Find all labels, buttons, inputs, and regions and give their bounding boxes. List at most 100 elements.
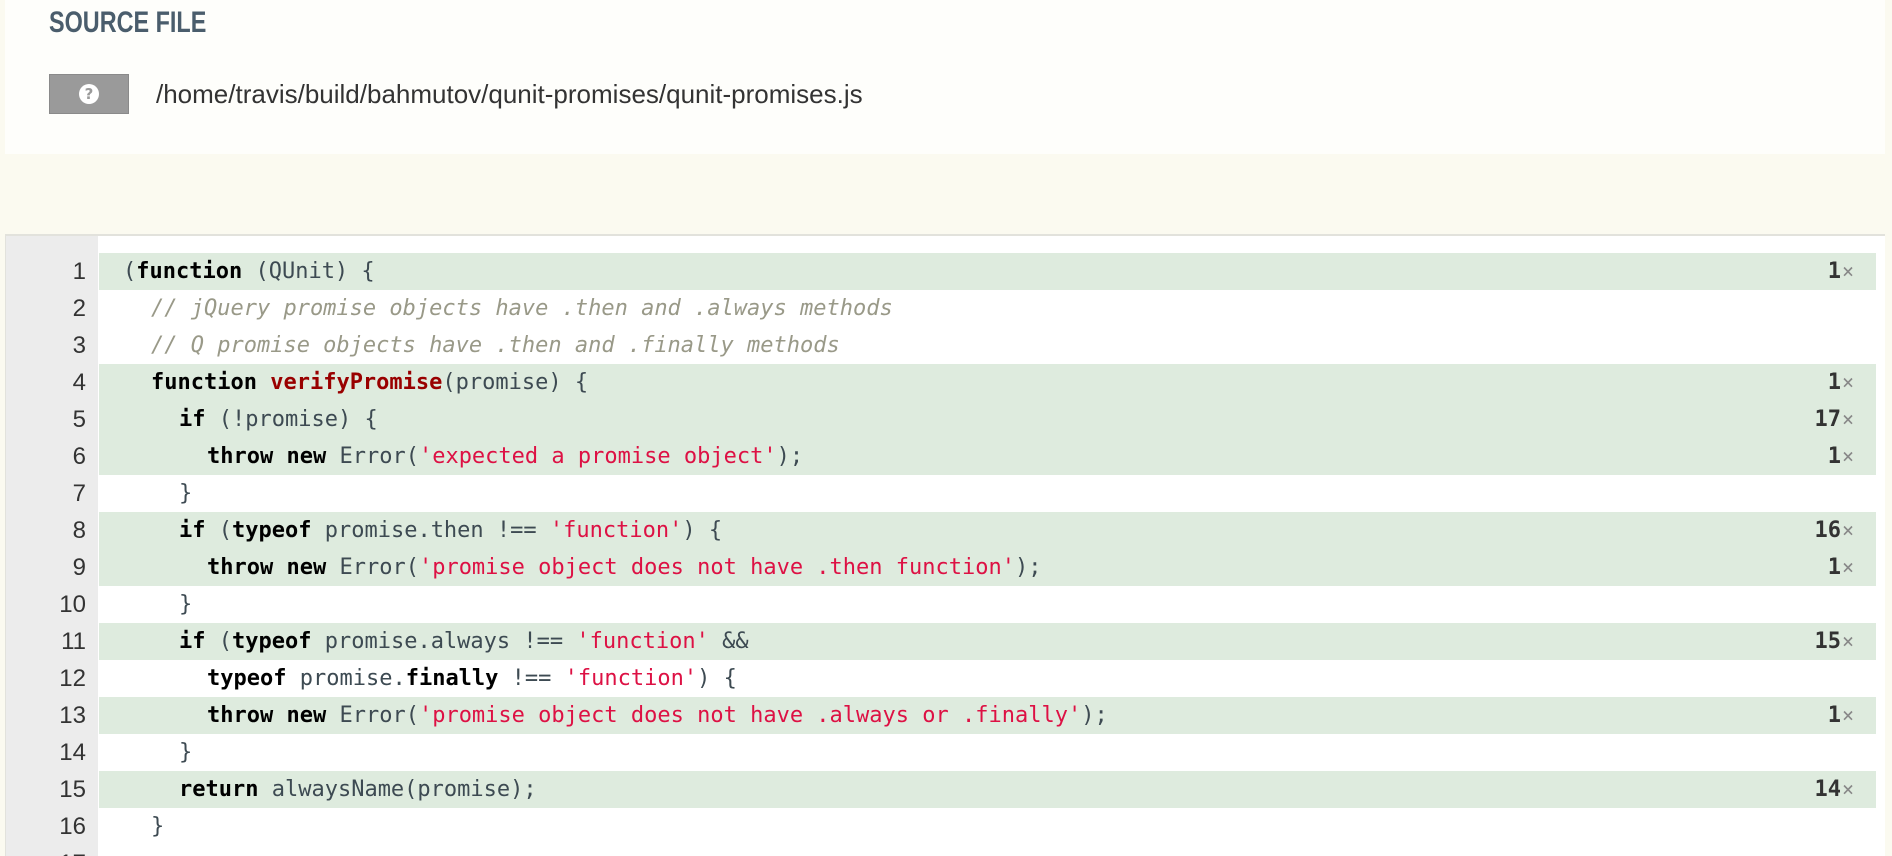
code-token: ); <box>1014 555 1042 580</box>
hit-count: 1× <box>1828 549 1854 586</box>
times-icon: × <box>1841 259 1854 283</box>
code-token: ) { <box>682 518 723 543</box>
code-text: // jQuery promise objects have .then and… <box>99 290 1876 327</box>
code-line: 16} <box>6 808 1876 845</box>
code-token: throw <box>207 555 274 580</box>
code-token: (promise) { <box>442 370 589 395</box>
times-icon: × <box>1841 703 1854 727</box>
hit-count: 1× <box>1828 697 1854 734</box>
code-line: 10} <box>6 586 1876 623</box>
code-text: (function (QUnit) { <box>99 253 1876 290</box>
hit-count-value: 1 <box>1827 370 1841 395</box>
code-text: } <box>99 808 1876 845</box>
hit-count-value: 14 <box>1814 777 1841 802</box>
line-number[interactable]: 5 <box>6 406 86 434</box>
code-token: finally <box>405 666 499 691</box>
hit-count: 17× <box>1814 401 1854 438</box>
code-token: function <box>136 259 243 284</box>
line-number[interactable]: 3 <box>6 332 86 360</box>
code-token: (!promise) { <box>205 407 378 432</box>
code-token: verifyPromise <box>270 370 443 395</box>
code-token: // Q promise objects have .then and .fin… <box>151 333 840 358</box>
code-token: 'function' <box>549 518 683 543</box>
line-number[interactable]: 6 <box>6 443 86 471</box>
code-text: } <box>99 586 1876 623</box>
hit-count-value: 1 <box>1827 703 1841 728</box>
line-number[interactable]: 9 <box>6 554 86 582</box>
code-token: 'function' <box>564 666 698 691</box>
code-token: (QUnit) { <box>242 259 375 284</box>
source-file-header: SOURCE FILE ? /home/travis/build/bahmuto… <box>5 0 1885 154</box>
code-text: throw new Error('expected a promise obje… <box>99 438 1876 475</box>
code-line: 12 typeof promise.finally !== 'function')… <box>6 660 1876 697</box>
code-token: } <box>179 592 193 617</box>
hit-count-value: 1 <box>1827 259 1841 284</box>
code-line: 11 if (typeof promise.always !== 'functio… <box>6 623 1876 660</box>
code-token: ( <box>123 259 137 284</box>
code-line: 1 (function (QUnit) {1× <box>6 253 1876 290</box>
line-number[interactable]: 2 <box>6 295 86 323</box>
code-token: typeof <box>207 666 287 691</box>
code-token: ) { <box>697 666 737 691</box>
code-token: new <box>286 703 327 728</box>
line-number[interactable]: 8 <box>6 517 86 545</box>
line-number[interactable]: 14 <box>6 739 86 767</box>
line-number[interactable]: 17 <box>6 850 86 856</box>
help-button[interactable]: ? <box>49 74 129 114</box>
code-token: 'function' <box>576 629 709 654</box>
code-token: } <box>151 814 165 839</box>
code-line: 5 if (!promise) {17× <box>6 401 1876 438</box>
code-text: return alwaysName(promise); <box>99 771 1876 808</box>
code-token: // jQuery promise objects have .then and… <box>151 296 893 321</box>
code-token: throw <box>207 444 274 469</box>
code-line: 15 return alwaysName(promise); 14× <box>6 771 1876 808</box>
code-text: if (typeof promise.always !== 'function'… <box>99 623 1876 660</box>
file-path: /home/travis/build/bahmutov/qunit-promis… <box>156 79 863 109</box>
code-token: promise.always !== <box>311 629 577 654</box>
code-token: 'expected a promise object' <box>418 444 777 469</box>
line-number[interactable]: 16 <box>6 813 86 841</box>
code-line: 4 function verifyPromise(promise) {1× <box>6 364 1876 401</box>
hit-count: 15× <box>1814 623 1854 660</box>
hit-count: 1× <box>1828 438 1854 475</box>
code-token: throw <box>207 703 274 728</box>
code-token: Error( <box>326 555 419 580</box>
line-number[interactable]: 1 <box>6 258 86 286</box>
hit-count-value: 1 <box>1827 444 1841 469</box>
code-text: typeof promise.finally !== 'function') { <box>99 660 1876 697</box>
line-number[interactable]: 13 <box>6 702 86 730</box>
code-token: Error( <box>326 703 419 728</box>
line-number[interactable]: 7 <box>6 480 86 508</box>
code-token: } <box>179 481 193 506</box>
line-number[interactable]: 15 <box>6 776 86 804</box>
hit-count: 1× <box>1828 364 1854 401</box>
source-code-viewer: 1 (function (QUnit) {1× 2// jQuery promise… <box>5 234 1885 856</box>
code-token: ( <box>205 518 232 543</box>
code-token: typeof <box>232 629 312 654</box>
code-token: 'promise object does not have .always or… <box>418 703 1082 728</box>
code-text: if (typeof promise.then !== 'function') … <box>99 512 1876 549</box>
hit-count: 1× <box>1828 253 1854 290</box>
times-icon: × <box>1841 629 1854 653</box>
line-number[interactable]: 11 <box>6 628 86 656</box>
code-token: } <box>179 740 193 765</box>
times-icon: × <box>1841 555 1854 579</box>
code-token: 'promise object does not have .then func… <box>418 555 1015 580</box>
times-icon: × <box>1841 370 1854 394</box>
line-number[interactable]: 12 <box>6 665 86 693</box>
times-icon: × <box>1841 777 1854 801</box>
code-line: 17 <box>6 845 1876 856</box>
times-icon: × <box>1841 518 1854 542</box>
code-line: 3 // Q promise objects have .then and .fi… <box>6 327 1876 364</box>
code-token: promise.then !== <box>311 518 550 543</box>
question-circle-icon: ? <box>79 84 99 104</box>
code-token: return <box>179 777 259 802</box>
code-text: } <box>99 475 1876 512</box>
line-number[interactable]: 4 <box>6 369 86 397</box>
code-token: ); <box>1081 703 1108 728</box>
line-number[interactable]: 10 <box>6 591 86 619</box>
